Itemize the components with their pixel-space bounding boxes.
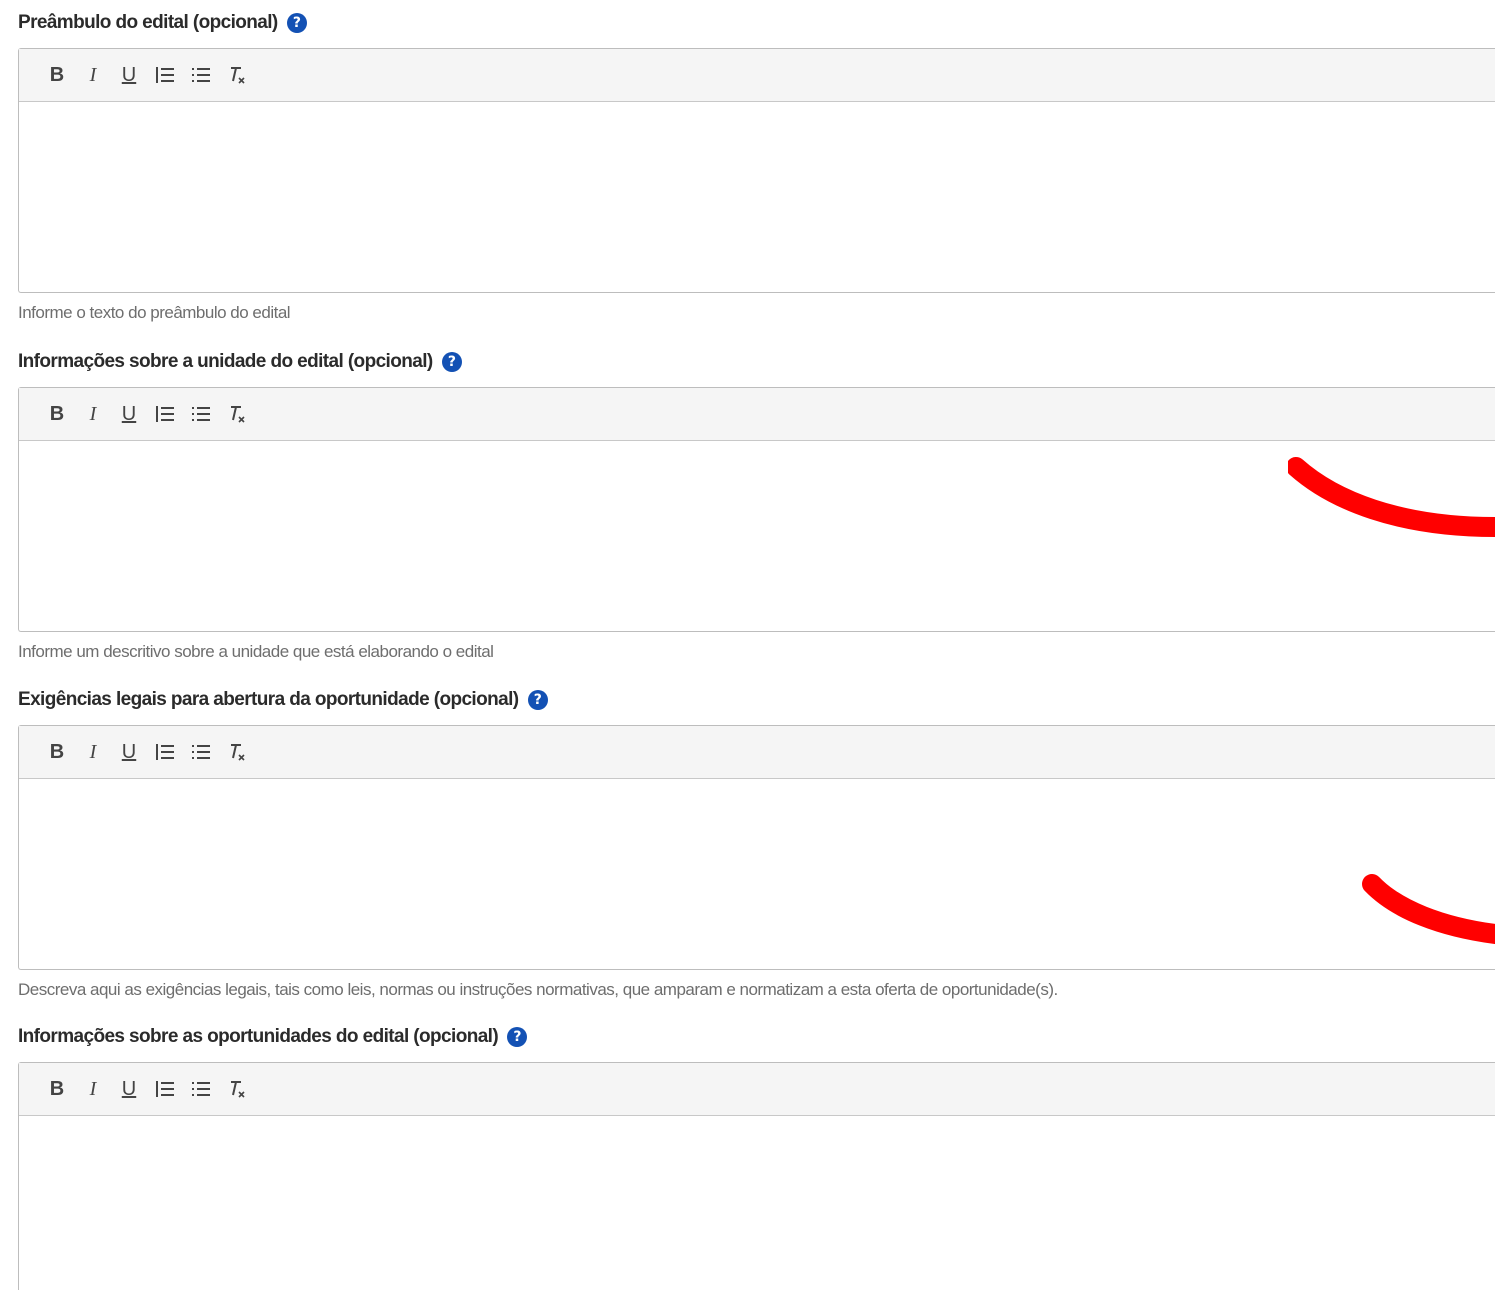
field-hint: Descreva aqui as exigências legais, tais… — [18, 980, 1058, 999]
rich-text-editor: B I U — [18, 387, 1495, 632]
field-label-row: Preâmbulo do edital (opcional) ? — [18, 8, 1495, 38]
help-icon[interactable]: ? — [527, 690, 548, 710]
rich-text-editor: B I U — [18, 48, 1495, 293]
clear-format-icon — [231, 1081, 245, 1098]
ordered-list-button[interactable] — [147, 61, 183, 89]
ordered-list-button[interactable] — [147, 738, 183, 766]
bullet-list-button[interactable] — [183, 738, 219, 766]
bullet-list-icon — [192, 745, 210, 759]
editor-toolbar: B I U — [19, 1063, 1495, 1116]
form-page: Preâmbulo do edital (opcional) ? B I U I… — [0, 0, 1495, 1290]
bold-button[interactable]: B — [39, 61, 75, 89]
field-unidade: Informações sobre a unidade do edital (o… — [18, 347, 1495, 662]
field-label-row: Informações sobre a unidade do edital (o… — [18, 347, 1495, 377]
editor-content[interactable] — [19, 441, 1495, 631]
bullet-list-icon — [192, 1082, 210, 1096]
bullet-list-button[interactable] — [183, 1075, 219, 1103]
italic-button[interactable]: I — [75, 1075, 111, 1103]
clear-format-icon — [231, 406, 245, 423]
editor-toolbar: B I U — [19, 726, 1495, 779]
editor-toolbar: B I U — [19, 49, 1495, 102]
clear-format-button[interactable] — [219, 400, 255, 428]
clear-format-button[interactable] — [219, 61, 255, 89]
help-icon[interactable]: ? — [286, 13, 307, 33]
ordered-list-button[interactable] — [147, 400, 183, 428]
italic-button[interactable]: I — [75, 400, 111, 428]
clear-format-icon — [231, 67, 245, 84]
underline-button[interactable]: U — [111, 738, 147, 766]
field-label: Exigências legais para abertura da oport… — [18, 689, 519, 710]
ordered-list-icon — [156, 406, 174, 422]
field-hint: Informe o texto do preâmbulo do edital — [18, 303, 291, 322]
italic-button[interactable]: I — [75, 61, 111, 89]
field-label: Informações sobre a unidade do edital (o… — [18, 351, 433, 372]
bold-button[interactable]: B — [39, 400, 75, 428]
italic-button[interactable]: I — [75, 738, 111, 766]
rich-text-editor: B I U — [18, 725, 1495, 970]
field-oportunidades: Informações sobre as oportunidades do ed… — [18, 1022, 1495, 1290]
bullet-list-button[interactable] — [183, 61, 219, 89]
underline-button[interactable]: U — [111, 1075, 147, 1103]
clear-format-button[interactable] — [219, 1075, 255, 1103]
field-label-row: Exigências legais para abertura da oport… — [18, 685, 1495, 715]
field-hint: Informe um descritivo sobre a unidade qu… — [18, 642, 494, 661]
ordered-list-icon — [156, 744, 174, 760]
underline-button[interactable]: U — [111, 61, 147, 89]
field-preambulo: Preâmbulo do edital (opcional) ? B I U I… — [18, 8, 1495, 323]
bold-button[interactable]: B — [39, 738, 75, 766]
ordered-list-icon — [156, 67, 174, 83]
help-icon[interactable]: ? — [507, 1027, 528, 1047]
editor-content[interactable] — [19, 102, 1495, 292]
ordered-list-button[interactable] — [147, 1075, 183, 1103]
field-label: Preâmbulo do edital (opcional) — [18, 12, 278, 33]
help-icon[interactable]: ? — [441, 352, 462, 372]
editor-content[interactable] — [19, 779, 1495, 969]
bullet-list-icon — [192, 407, 210, 421]
editor-toolbar: B I U — [19, 388, 1495, 441]
editor-content[interactable] — [19, 1116, 1495, 1290]
clear-format-icon — [231, 744, 245, 761]
field-label: Informações sobre as oportunidades do ed… — [18, 1026, 499, 1047]
ordered-list-icon — [156, 1081, 174, 1097]
bullet-list-icon — [192, 68, 210, 82]
field-label-row: Informações sobre as oportunidades do ed… — [18, 1022, 1495, 1052]
rich-text-editor: B I U — [18, 1062, 1495, 1290]
underline-button[interactable]: U — [111, 400, 147, 428]
clear-format-button[interactable] — [219, 738, 255, 766]
bullet-list-button[interactable] — [183, 400, 219, 428]
bold-button[interactable]: B — [39, 1075, 75, 1103]
field-exigencias: Exigências legais para abertura da oport… — [18, 685, 1495, 1000]
